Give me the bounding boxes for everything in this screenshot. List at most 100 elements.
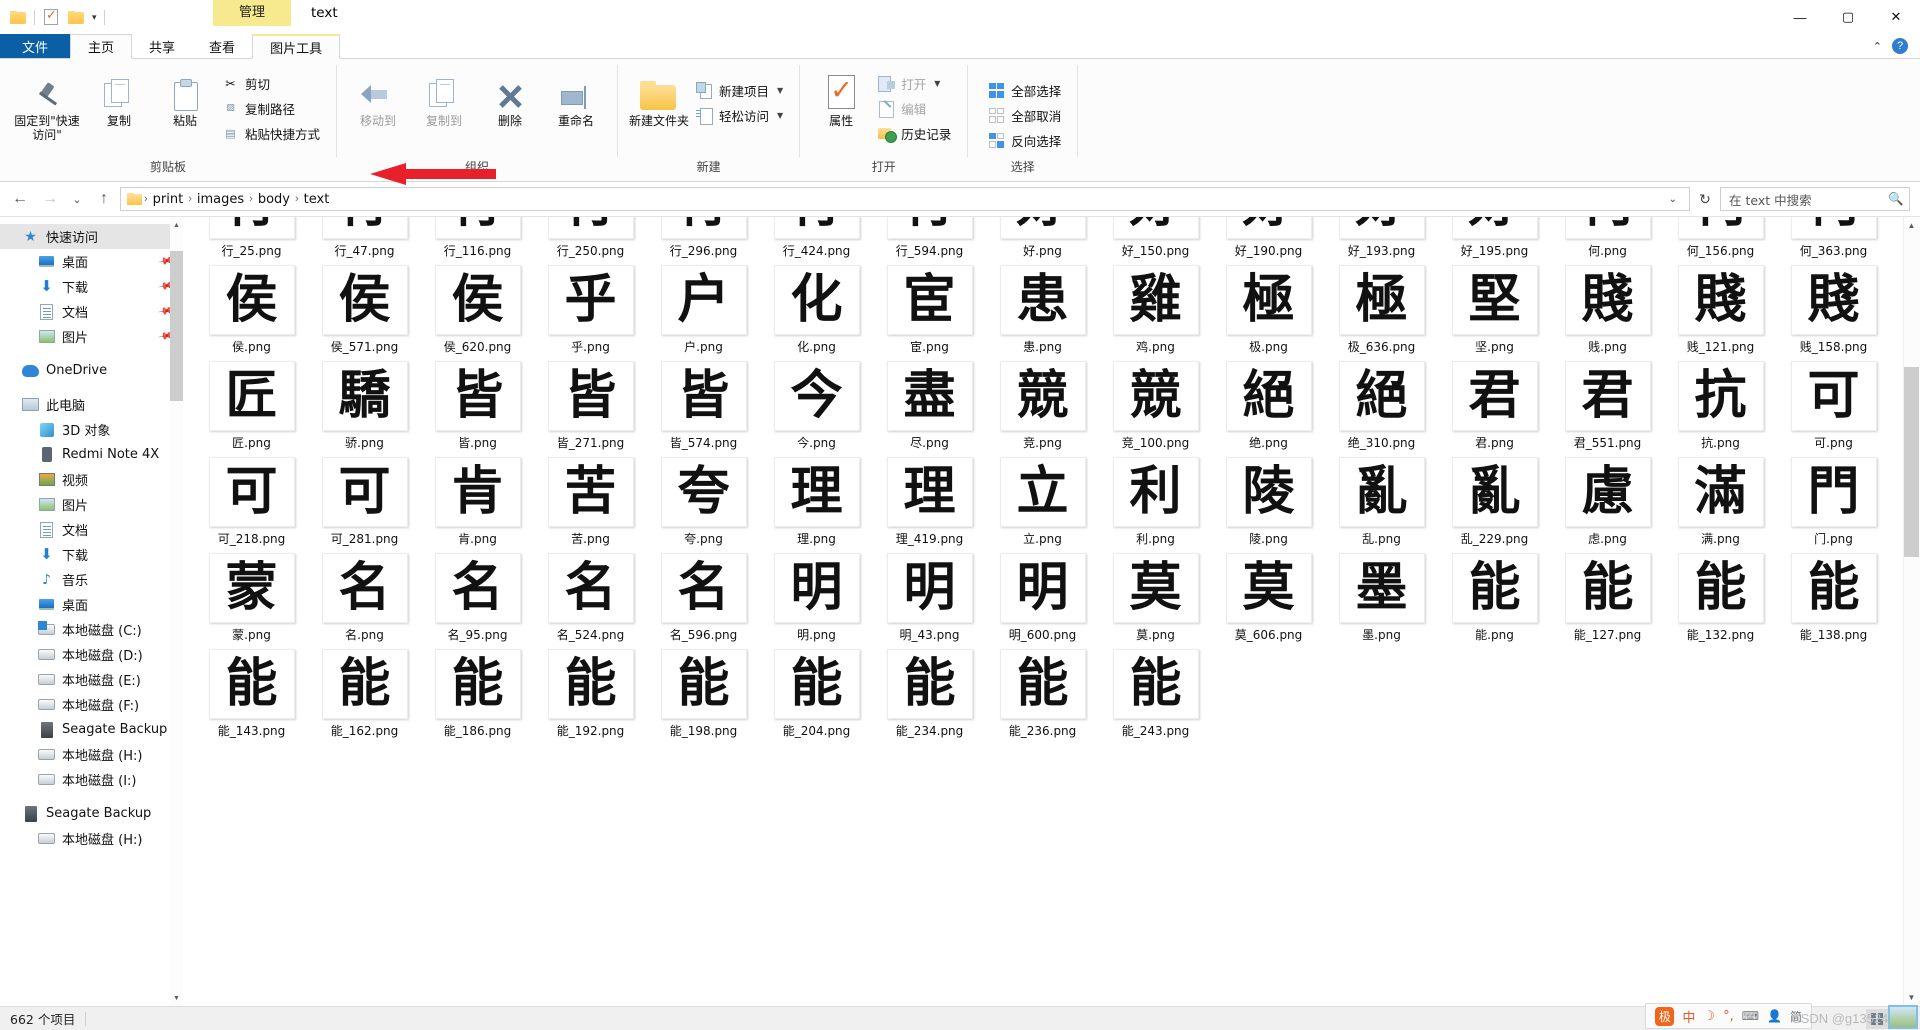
select-none-button[interactable]: 全部取消 [986,104,1067,126]
refresh-button[interactable]: ↻ [1692,186,1718,212]
file-item[interactable]: 能能_236.png [986,649,1099,745]
history-button[interactable]: 历史记录 [876,122,957,144]
file-item[interactable]: 極极_636.png [1325,265,1438,361]
file-item[interactable]: 宦宦.png [873,265,986,361]
breadcrumb-images[interactable]: images [192,192,249,207]
scroll-down-icon[interactable]: ▼ [1903,989,1920,1006]
file-item[interactable]: 明明_43.png [873,553,986,649]
sidebar-item[interactable]: 文档 [0,517,183,542]
sidebar-item[interactable]: Redmi Note 4X [0,442,183,467]
sidebar-item[interactable]: OneDrive [0,358,183,383]
nav-scroll-thumb[interactable] [170,251,183,401]
folder-icon[interactable] [9,8,27,26]
file-item[interactable]: 好好_190.png [1212,217,1325,265]
forward-button[interactable]: → [36,186,64,212]
edit-button[interactable]: 编辑 [876,97,957,119]
sidebar-item[interactable]: ⬇ 下载 📌 [0,274,183,299]
breadcrumb-text[interactable]: text [299,192,335,207]
file-item[interactable]: 何何.png [1551,217,1664,265]
scroll-thumb[interactable] [1904,367,1919,557]
file-item[interactable]: 名名_596.png [647,553,760,649]
sidebar-item[interactable]: 3D 对象 [0,417,183,442]
file-item[interactable]: 能能.png [1438,553,1551,649]
maximize-button[interactable]: ▢ [1824,0,1872,34]
file-item[interactable]: 明明_600.png [986,553,1099,649]
file-item[interactable]: 門门.png [1777,457,1890,553]
recent-locations-button[interactable]: ⌄ [66,186,88,212]
nav-scrollbar[interactable]: ▲ ▼ [170,217,183,1006]
up-button[interactable]: ↑ [90,186,118,212]
file-list-pane[interactable]: 行行_25.png行行_47.png行行_116.png行行_250.png行行… [183,217,1920,1006]
tab-file[interactable]: 文件 [0,34,71,58]
sidebar-item[interactable]: 本地磁盘 (F:) [0,692,183,717]
sidebar-item[interactable]: 图片 📌 [0,324,183,349]
file-item[interactable]: 抗抗.png [1664,361,1777,457]
file-item[interactable]: 能能_127.png [1551,553,1664,649]
sidebar-item[interactable]: Seagate Backup [0,801,183,826]
copy-to-button[interactable]: 复制到 [413,65,475,128]
file-item[interactable]: 慮虑.png [1551,457,1664,553]
search-icon[interactable]: 🔍 [1887,190,1905,208]
file-item[interactable]: 今今.png [760,361,873,457]
ime-punctuation-icon[interactable]: °, [1723,1009,1734,1024]
file-item[interactable]: 賤贱_158.png [1777,265,1890,361]
rename-button[interactable]: 重命名 [545,65,607,128]
tab-share[interactable]: 共享 [132,34,192,58]
copy-button[interactable]: 复制 [88,65,150,128]
ime-moon-icon[interactable]: ☽ [1703,1009,1715,1024]
sidebar-item[interactable]: 桌面 [0,592,183,617]
paste-shortcut-button[interactable]: ▤ 粘贴快捷方式 [220,122,326,144]
file-item[interactable]: 陵陵.png [1212,457,1325,553]
file-item[interactable]: 君君.png [1438,361,1551,457]
file-item[interactable]: 賤贱.png [1551,265,1664,361]
file-item[interactable]: 匠匠.png [195,361,308,457]
sidebar-item[interactable]: Seagate Backup [0,717,183,742]
pin-to-quick-access-button[interactable]: 固定到"快速访问" [10,65,84,142]
file-item[interactable]: 乎乎.png [534,265,647,361]
file-item[interactable]: 極极.png [1212,265,1325,361]
properties-icon[interactable] [42,7,60,26]
select-all-button[interactable]: 全部选择 [986,79,1067,101]
open-button[interactable]: 打开 ▼ [876,72,957,94]
chevron-down-icon[interactable]: ▼ [777,111,783,120]
file-item[interactable]: 競竞_100.png [1099,361,1212,457]
file-item[interactable]: 好好_150.png [1099,217,1212,265]
sidebar-item[interactable]: 桌面 📌 [0,249,183,274]
file-item[interactable]: 名名_95.png [421,553,534,649]
file-item[interactable]: 行行_116.png [421,217,534,265]
file-item[interactable]: 賤贱_121.png [1664,265,1777,361]
chevron-down-icon[interactable]: ▼ [934,79,940,88]
file-item[interactable]: 患患.png [986,265,1099,361]
file-item[interactable]: 利利.png [1099,457,1212,553]
file-item[interactable]: 侯侯_571.png [308,265,421,361]
file-item[interactable]: 行行_594.png [873,217,986,265]
breadcrumb-print[interactable]: print [148,192,189,207]
file-item[interactable]: 莫莫_606.png [1212,553,1325,649]
file-item[interactable]: 可可_281.png [308,457,421,553]
search-box[interactable]: 在 text 中搜索 🔍 [1720,187,1910,211]
sidebar-item[interactable]: ⬇ 下载 [0,542,183,567]
easy-access-button[interactable]: 轻松访问 ▼ [694,104,789,126]
tab-home[interactable]: 主页 [70,34,133,59]
sidebar-item[interactable]: 本地磁盘 (D:) [0,642,183,667]
file-item[interactable]: 蒙蒙.png [195,553,308,649]
file-item[interactable]: 好好.png [986,217,1099,265]
sidebar-item[interactable]: 本地磁盘 (C:) [0,617,183,642]
file-item[interactable]: 行行_250.png [534,217,647,265]
ime-user-icon[interactable]: 👤 [1767,1009,1782,1023]
copy-path-button[interactable]: ▨ 复制路径 [220,97,326,119]
minimize-button[interactable]: — [1776,0,1824,34]
file-item[interactable]: 理理_419.png [873,457,986,553]
file-item[interactable]: 化化.png [760,265,873,361]
file-item[interactable]: 皆皆.png [421,361,534,457]
file-item[interactable]: 莫莫.png [1099,553,1212,649]
file-item[interactable]: 理理.png [760,457,873,553]
sidebar-item[interactable]: 文档 📌 [0,299,183,324]
file-item[interactable]: 能能_162.png [308,649,421,745]
file-item[interactable]: 立立.png [986,457,1099,553]
file-item[interactable]: 能能_198.png [647,649,760,745]
sidebar-item[interactable]: 视频 [0,467,183,492]
sidebar-item[interactable]: 本地磁盘 (H:) [0,826,183,851]
file-item[interactable]: 堅坚.png [1438,265,1551,361]
file-item[interactable]: 墨墨.png [1325,553,1438,649]
